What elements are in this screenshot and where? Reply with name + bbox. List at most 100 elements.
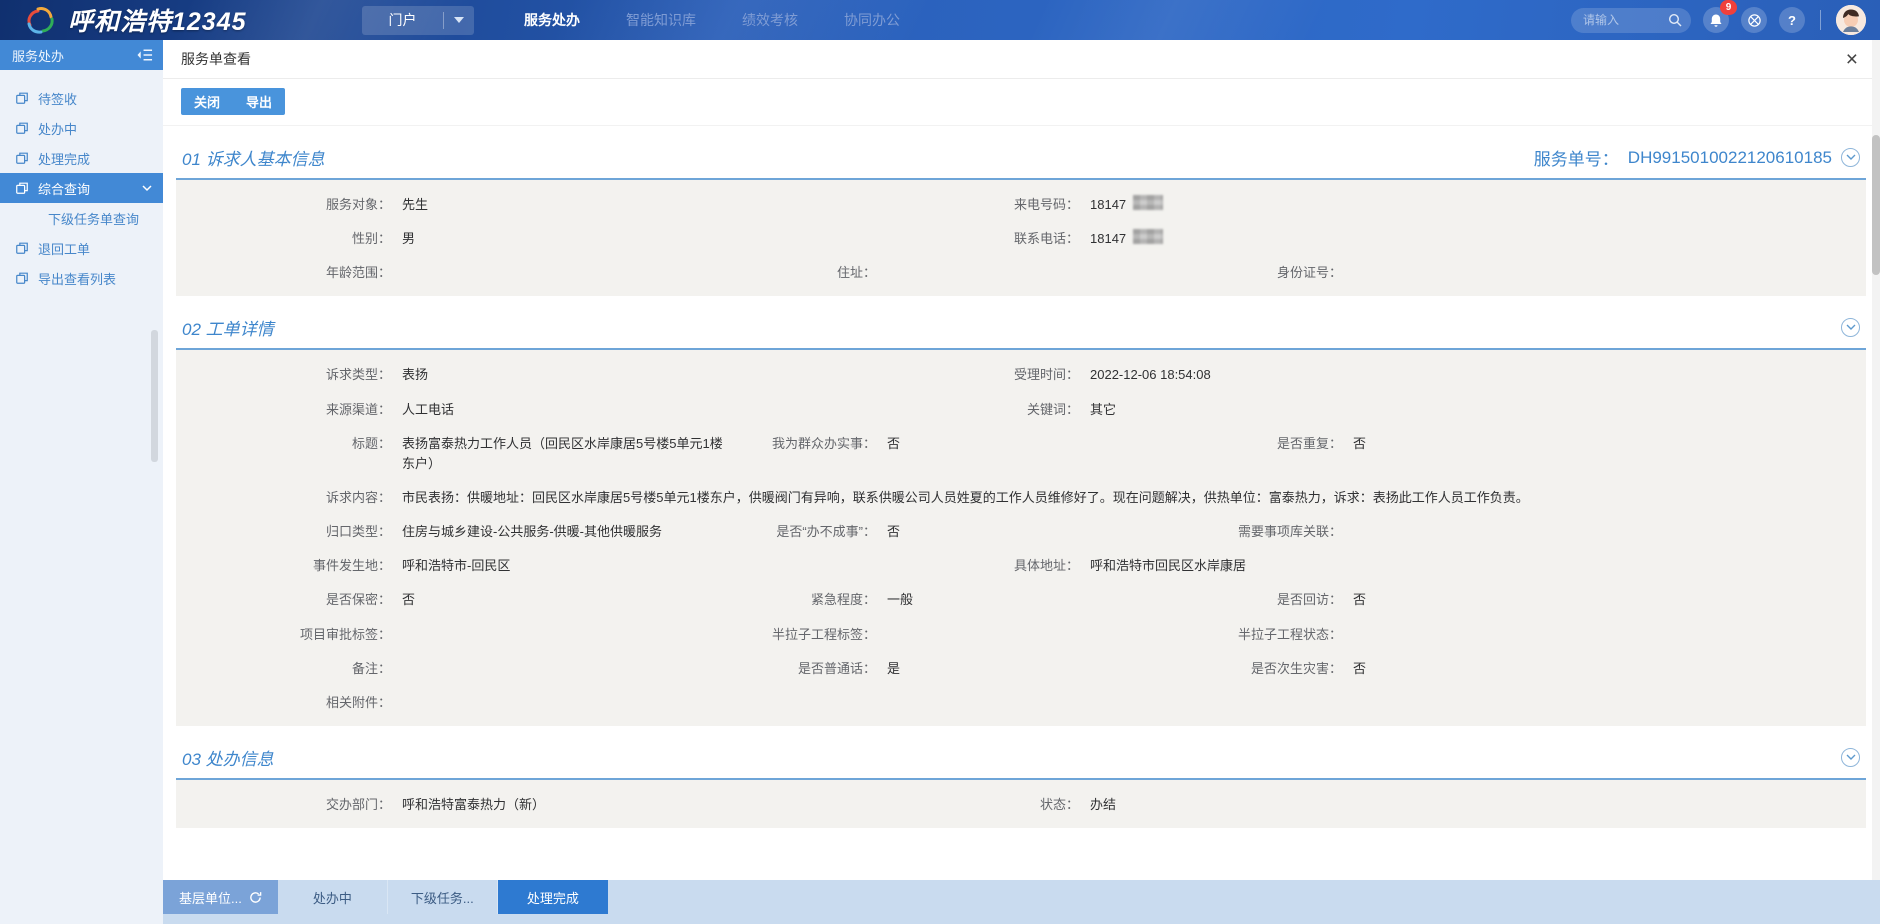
- section-complainant-info: 01 诉求人基本信息 服务单号： DH9915010022120610185: [176, 138, 1866, 296]
- masked-phone-block: [1133, 229, 1163, 244]
- nav-performance[interactable]: 绩效考核: [742, 10, 798, 30]
- tab-in-progress[interactable]: 处办中: [278, 880, 388, 914]
- sidebar-subitem-subordinate-task-query[interactable]: 下级任务单查询: [0, 203, 163, 233]
- collapse-section-icon[interactable]: [1841, 748, 1860, 767]
- field-label: 半拉子工程标签：: [730, 625, 876, 645]
- field-label: 标题：: [176, 434, 391, 454]
- topbar: 呼和浩特12345 门户 服务处办 智能知识库 绩效考核 协同办公: [0, 0, 1880, 40]
- field-value: 是: [887, 659, 900, 679]
- field-label: 半拉子工程状态：: [1217, 625, 1342, 645]
- field-label: 身份证号：: [1217, 263, 1342, 283]
- field-label: 状态：: [814, 795, 1079, 815]
- field-label: 是否回访：: [1217, 590, 1342, 610]
- ticket-number-area: 服务单号： DH9915010022120610185: [1534, 145, 1860, 170]
- sidebar-item-returned-tickets[interactable]: 退回工单: [0, 233, 163, 263]
- portal-dropdown[interactable]: 门户: [362, 6, 474, 35]
- sidebar: 服务处办 待签收: [0, 40, 163, 880]
- field-label: 我为群众办实事：: [730, 434, 876, 454]
- nav-collaboration[interactable]: 协同办公: [844, 10, 900, 30]
- field-row: 性别： 男 联系电话： 18147: [176, 222, 1866, 256]
- page-header: 服务单查看 ×: [163, 40, 1880, 79]
- app-window: 呼和浩特12345 门户 服务处办 智能知识库 绩效考核 协同办公: [0, 0, 1880, 924]
- field-row: 项目审批标签： 半拉子工程标签： 半拉子工程状态：: [176, 618, 1866, 652]
- field-value: 男: [402, 229, 415, 249]
- section-body: 服务对象： 先生 来电号码： 18147 性别：: [176, 180, 1866, 296]
- toolbar: 关闭 导出: [163, 79, 1880, 126]
- field-value: 否: [887, 434, 900, 454]
- field-label: 是否重复：: [1217, 434, 1342, 454]
- close-icon[interactable]: ×: [1846, 49, 1862, 70]
- bottom-tab-bar: 基层单位... 处办中 下级任务... 处理完成: [0, 880, 1880, 924]
- sidebar-item-comprehensive-query[interactable]: 综合查询: [0, 173, 163, 203]
- field-label: 归口类型：: [176, 522, 391, 542]
- content-scrollbar-thumb[interactable]: [1872, 135, 1880, 275]
- field-label: 是否次生灾害：: [1217, 659, 1342, 679]
- sidebar-item-export-view-list[interactable]: 导出查看列表: [0, 263, 163, 293]
- chevron-down-icon[interactable]: [444, 17, 474, 23]
- sidebar-item-label: 导出查看列表: [38, 269, 116, 288]
- sidebar-item-label: 处理完成: [38, 149, 90, 168]
- sidebar-title: 服务处办: [12, 46, 64, 65]
- close-button[interactable]: 关闭: [181, 88, 233, 115]
- field-row: 归口类型：住房与城乡建设-公共服务-供暖-其他供暖服务 是否“办不成事”：否 需…: [176, 515, 1866, 549]
- tab-subordinate-tasks[interactable]: 下级任务...: [388, 880, 498, 914]
- sidebar-item-completed[interactable]: 处理完成: [0, 143, 163, 173]
- section-title: 03 处办信息: [182, 745, 274, 770]
- logo-icon: [24, 5, 58, 35]
- sidebar-scrollbar-thumb[interactable]: [151, 330, 158, 462]
- field-row: 年龄范围： 住址： 身份证号：: [176, 256, 1866, 290]
- tab-grassroots-unit[interactable]: 基层单位...: [163, 880, 278, 914]
- tab-label: 处办中: [313, 888, 352, 907]
- field-value: 呼和浩特市-回民区: [402, 556, 510, 576]
- search-icon[interactable]: [1668, 13, 1682, 27]
- section-title: 02 工单详情: [182, 315, 274, 340]
- search-input[interactable]: [1583, 13, 1668, 27]
- sidebar-item-in-progress[interactable]: 处办中: [0, 113, 163, 143]
- content-scrollbar[interactable]: [1872, 40, 1880, 880]
- field-value: 呼和浩特富泰热力（新）: [402, 795, 545, 815]
- field-value: 2022-12-06 18:54:08: [1090, 365, 1211, 385]
- nav-service-handling[interactable]: 服务处办: [524, 10, 580, 30]
- sidebar-item-pending-sign[interactable]: 待签收: [0, 83, 163, 113]
- field-row: 诉求内容：市民表扬：供暖地址：回民区水岸康居5号楼5单元1楼东户，供暖阀门有异响…: [176, 481, 1866, 515]
- page-title: 服务单查看: [181, 49, 251, 69]
- field-label: 紧急程度：: [730, 590, 876, 610]
- field: 年龄范围：: [176, 263, 730, 283]
- sidebar-menu: 待签收 处办中 处理完成: [0, 70, 163, 293]
- field: 来电号码： 18147: [814, 195, 1866, 215]
- ticket-number-label: 服务单号：: [1534, 145, 1619, 170]
- tab-completed[interactable]: 处理完成: [498, 880, 608, 914]
- sidebar-item-label: 综合查询: [38, 179, 90, 198]
- field-row: 备注： 是否普通话：是 是否次生灾害：否: [176, 652, 1866, 686]
- compass-icon: [1747, 13, 1762, 28]
- section-header: 01 诉求人基本信息 服务单号： DH9915010022120610185: [176, 138, 1866, 180]
- field-label: 是否普通话：: [730, 659, 876, 679]
- refresh-icon[interactable]: [249, 891, 262, 904]
- field-label: 备注：: [176, 659, 391, 679]
- nav-compass-button[interactable]: [1741, 7, 1767, 33]
- field-value: 办结: [1090, 795, 1116, 815]
- documents-icon: [15, 121, 29, 135]
- collapse-sidebar-icon[interactable]: [136, 48, 153, 62]
- main-row: 服务处办 待签收: [0, 40, 1880, 880]
- bell-icon: [1709, 13, 1723, 28]
- ticket-detail-scroll-area: 01 诉求人基本信息 服务单号： DH9915010022120610185: [163, 126, 1880, 880]
- field-value: 否: [887, 522, 900, 542]
- field: 住址：: [730, 263, 1217, 283]
- avatar[interactable]: [1836, 5, 1866, 35]
- nav-knowledge-base[interactable]: 智能知识库: [626, 10, 696, 30]
- documents-icon: [15, 271, 29, 285]
- sidebar-item-label: 下级任务单查询: [48, 209, 139, 228]
- field: 联系电话： 18147: [814, 229, 1866, 249]
- masked-phone-block: [1133, 195, 1163, 210]
- notifications-button[interactable]: 9: [1703, 7, 1729, 33]
- field-label: 诉求类型：: [176, 365, 391, 385]
- export-button[interactable]: 导出: [233, 88, 285, 115]
- section-header: 03 处办信息: [176, 738, 1866, 780]
- collapse-section-icon[interactable]: [1841, 148, 1860, 167]
- field-value: 先生: [402, 195, 428, 215]
- collapse-section-icon[interactable]: [1841, 318, 1860, 337]
- help-button[interactable]: ?: [1779, 7, 1805, 33]
- documents-icon: [15, 151, 29, 165]
- field-label: 诉求内容：: [176, 488, 391, 508]
